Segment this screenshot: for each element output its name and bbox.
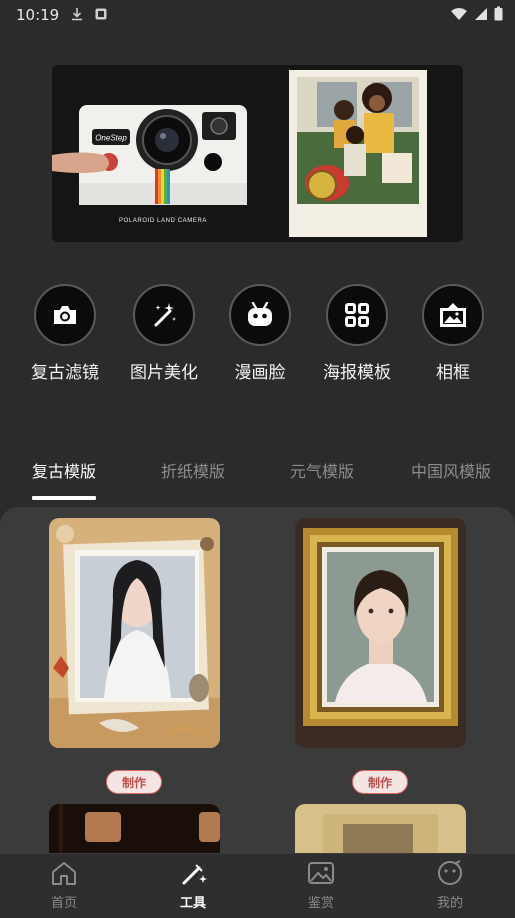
gallery-icon: [308, 862, 334, 884]
tool-label: 图片美化: [130, 363, 198, 383]
battery-icon: [494, 6, 503, 21]
nav-appreciate[interactable]: 鉴赏: [281, 860, 361, 911]
tool-retro-filter[interactable]: 复古滤镜: [15, 284, 115, 383]
tab-chinese-style[interactable]: 中国风模版: [411, 458, 491, 482]
tool-label: 漫画脸: [234, 363, 286, 383]
status-indicators: [450, 6, 503, 21]
tools-row: 复古滤镜 图片美化 漫画脸 海报模板 相框: [0, 284, 515, 384]
nav-label: 我的: [436, 896, 463, 911]
tool-cartoon-face[interactable]: 漫画脸: [210, 284, 310, 383]
wifi-icon: [451, 7, 467, 20]
camera-model-label: POLAROID LAND CAMERA: [119, 218, 207, 224]
tools-wand-icon: [182, 864, 207, 885]
home-icon: [52, 862, 76, 885]
tab-retro[interactable]: 复古模版: [32, 458, 96, 482]
bottom-navigation: 首页 工具 鉴赏 我的: [0, 853, 515, 918]
tool-label: 海报模板: [323, 363, 391, 383]
camera-icon: [34, 284, 96, 346]
nav-label: 首页: [50, 896, 77, 911]
robot-face-icon: [229, 284, 291, 346]
tool-label: 复古滤镜: [31, 363, 99, 383]
tab-vitality[interactable]: 元气模版: [290, 458, 354, 482]
template-panel: 制作 制作: [0, 507, 515, 867]
download-icon: [72, 8, 82, 21]
grid-icon: [326, 284, 388, 346]
picture-frame-icon: [422, 284, 484, 346]
make-button[interactable]: 制作: [352, 770, 408, 794]
camera-badge: OneStep: [95, 134, 127, 143]
tool-photo-frame[interactable]: 相框: [403, 284, 503, 383]
template-thumbnail: [49, 518, 220, 748]
status-time: 10:19: [16, 6, 60, 24]
tool-label: 相框: [436, 363, 470, 383]
nav-home[interactable]: 首页: [24, 860, 104, 911]
status-bar: 10:19: [0, 0, 515, 30]
tool-photo-beautify[interactable]: 图片美化: [114, 284, 214, 383]
template-card[interactable]: [49, 518, 220, 748]
tool-poster-template[interactable]: 海报模板: [307, 284, 407, 383]
magic-wand-icon: [133, 284, 195, 346]
template-card[interactable]: [295, 518, 466, 748]
banner-image: OneStep POLAROID LAND CAMERA: [52, 65, 463, 242]
template-thumbnail: [295, 518, 466, 748]
nav-profile[interactable]: 我的: [410, 860, 490, 911]
make-button[interactable]: 制作: [106, 770, 162, 794]
promo-banner[interactable]: OneStep POLAROID LAND CAMERA: [52, 65, 463, 242]
notification-icon: [95, 8, 107, 20]
template-tabs: 复古模版 折纸模版 元气模版 中国风模版: [0, 452, 515, 502]
profile-face-icon: [438, 860, 462, 885]
nav-tools[interactable]: 工具: [153, 860, 233, 911]
nav-label: 工具: [179, 896, 206, 911]
active-tab-indicator: [32, 496, 96, 500]
tab-origami[interactable]: 折纸模版: [161, 458, 225, 482]
nav-label: 鉴赏: [307, 896, 334, 911]
signal-icon: [475, 7, 487, 20]
